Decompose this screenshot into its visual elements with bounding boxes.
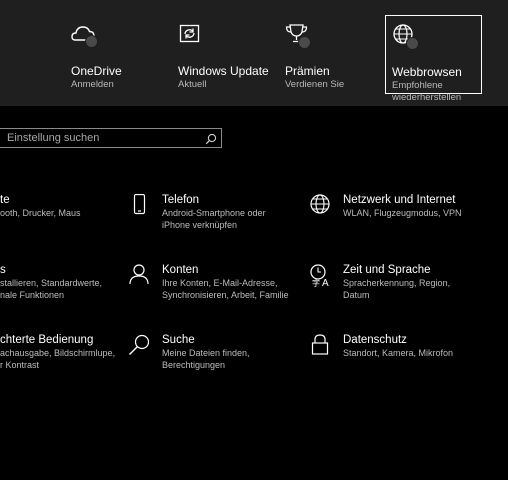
category-search[interactable]: Suche Meine Dateien finden, Berechtigung… — [128, 334, 278, 374]
time-language-icon: A 字 — [309, 264, 333, 288]
category-description: WLAN, Flugzeugmodus, VPN — [343, 208, 462, 220]
svg-text:A: A — [322, 278, 329, 288]
category-description-line: ooth, Drucker, Maus — [0, 208, 81, 218]
category-description-line: Berechtigungen — [162, 359, 226, 370]
category-title: Konten — [162, 264, 199, 276]
status-dot — [406, 37, 419, 50]
tile-subtitle: Anmelden — [71, 79, 114, 90]
category-description: achausgabe, Bildschirmlupe, r Kontrast — [0, 348, 115, 371]
category-devices[interactable]: te ooth, Drucker, Maus — [0, 194, 120, 234]
category-title: Zeit und Sprache — [343, 264, 431, 276]
tile-rewards[interactable]: Prämien Verdienen Sie — [285, 22, 375, 92]
category-description-line: Android-Smartphone oder — [162, 208, 266, 218]
category-apps[interactable]: s stallieren, Standardwerte, nale Funkti… — [0, 264, 120, 304]
tile-web-browsing[interactable]: Webbrowsen Empfohlene wiederherstellen — [385, 15, 482, 103]
category-description-line: r Kontrast — [0, 359, 40, 370]
windows-update-sync-icon — [178, 22, 206, 48]
search-icon[interactable] — [205, 132, 217, 145]
category-description-line: Meine Dateien finden, — [162, 348, 250, 358]
category-description: Meine Dateien finden, Berechtigungen — [162, 348, 250, 371]
category-title: Netzwerk und Internet — [343, 194, 456, 206]
category-title: chterte Bedienung — [0, 334, 94, 346]
category-description-line: achausgabe, Bildschirmlupe, — [0, 348, 116, 358]
privacy-lock-icon — [309, 334, 333, 358]
tile-subtitle: Empfohlene wiederherstellen — [392, 80, 461, 104]
svg-text:字: 字 — [312, 278, 320, 288]
category-time-language[interactable]: A 字 Zeit und Sprache Spracherkennung, Re… — [309, 264, 489, 304]
rewards-trophy-icon — [285, 22, 313, 49]
search-input[interactable]: Einstellung suchen — [7, 132, 99, 144]
category-description: Standort, Kamera, Mikrofon — [343, 348, 453, 360]
category-title: Telefon — [162, 194, 200, 206]
category-description: Spracherkennung, Region, Datum — [343, 278, 450, 301]
category-title: s — [0, 264, 6, 276]
tile-title: Prämien — [285, 64, 330, 78]
category-description-line: Synchronisieren, Arbeit, Familie — [162, 289, 289, 300]
category-description-line: stallieren, Standardwerte, — [0, 278, 103, 288]
category-phone[interactable]: Telefon Android-Smartphone oder iPhone v… — [128, 194, 278, 234]
tile-title: OneDrive — [71, 64, 122, 78]
tile-subtitle: Verdienen Sie — [285, 79, 345, 90]
accounts-person-icon — [128, 264, 152, 288]
category-description-line: Standort, Kamera, Mikrofon — [343, 348, 454, 358]
category-title: Suche — [162, 334, 195, 346]
tile-title: Windows Update — [178, 64, 269, 78]
category-description-line: Ihre Konten, E-Mail-Adresse, — [162, 278, 278, 288]
tile-onedrive[interactable]: OneDrive Anmelden — [71, 22, 161, 92]
category-title: Datenschutz — [343, 334, 407, 346]
status-dot — [85, 35, 98, 48]
tile-windows-update[interactable]: Windows Update Aktuell — [178, 22, 273, 92]
search-category-icon — [128, 334, 152, 358]
onedrive-cloud-icon — [71, 22, 99, 48]
category-description-line: WLAN, Flugzeugmodus, VPN — [343, 208, 462, 218]
category-network-internet[interactable]: Netzwerk und Internet WLAN, Flugzeugmodu… — [309, 194, 489, 234]
web-browsing-globe-icon — [392, 23, 420, 50]
tile-subtitle-line: wiederherstellen — [392, 92, 462, 103]
phone-icon — [128, 194, 152, 218]
category-privacy[interactable]: Datenschutz Standort, Kamera, Mikrofon — [309, 334, 489, 374]
category-description-line: Datum — [343, 289, 370, 300]
settings-search-box[interactable]: Einstellung suchen — [0, 128, 222, 148]
category-accounts[interactable]: Konten Ihre Konten, E-Mail-Adresse, Sync… — [128, 264, 289, 304]
tile-subtitle: Aktuell — [178, 79, 207, 90]
category-description: stallieren, Standardwerte, nale Funktion… — [0, 278, 102, 301]
tile-subtitle-line: Empfohlene — [392, 80, 443, 91]
category-description: ooth, Drucker, Maus — [0, 208, 81, 220]
category-description: Ihre Konten, E-Mail-Adresse, Synchronisi… — [162, 278, 289, 301]
category-description: Android-Smartphone oder iPhone verknüpfe… — [162, 208, 266, 231]
category-description-line: iPhone verknüpfen — [162, 219, 238, 230]
category-title: te — [0, 194, 10, 206]
tile-title: Webbrowsen — [392, 65, 462, 79]
category-description-line: Spracherkennung, Region, — [343, 278, 451, 288]
category-description-line: nale Funktionen — [0, 289, 65, 300]
status-dot — [298, 36, 311, 49]
network-globe-icon — [309, 194, 333, 218]
category-ease-of-access[interactable]: chterte Bedienung achausgabe, Bildschirm… — [0, 334, 120, 374]
